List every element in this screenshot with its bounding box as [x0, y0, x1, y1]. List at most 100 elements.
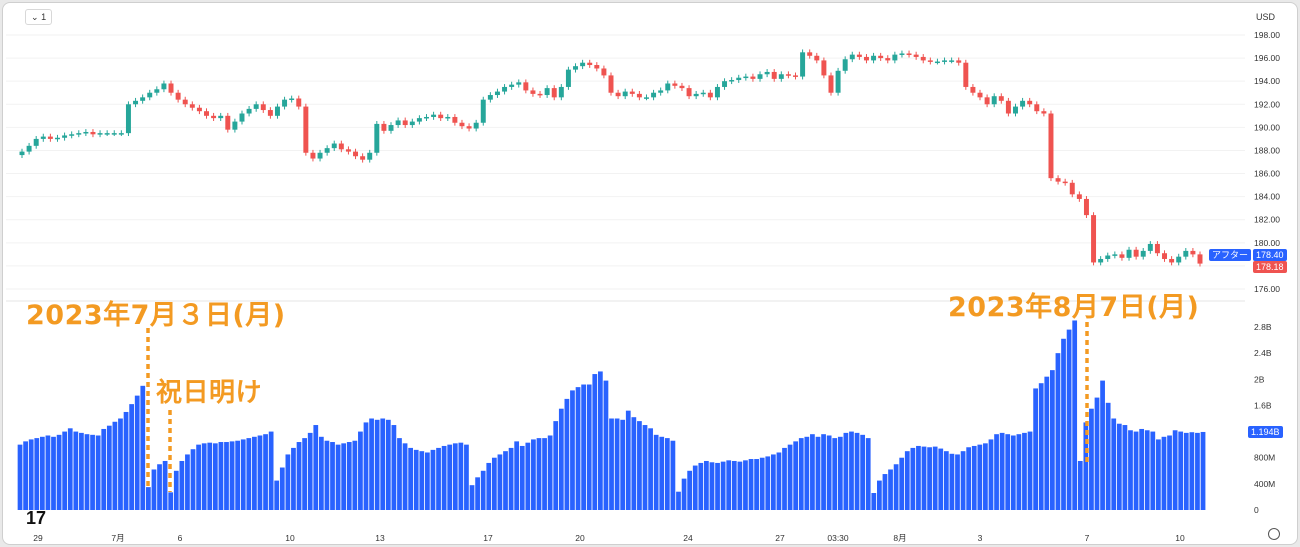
candle-body [395, 120, 401, 126]
volume-bar [1038, 383, 1044, 510]
volume-bar [793, 441, 799, 510]
volume-bar [787, 444, 793, 510]
candle-body [1083, 198, 1089, 216]
volume-bar [84, 434, 90, 510]
volume-bar [743, 460, 748, 510]
candle-body [736, 77, 742, 81]
volume-bar [363, 422, 369, 510]
volume-bar [497, 454, 503, 510]
volume-bar [770, 454, 776, 510]
volume-bar [536, 438, 542, 510]
candle-body [90, 131, 96, 135]
candle-body [480, 99, 486, 123]
candle-body [1034, 104, 1040, 112]
volume-bar [1033, 388, 1038, 510]
candle-body [565, 69, 571, 87]
volume-bar [927, 447, 932, 510]
volume-tick-label: 2B [1254, 374, 1265, 384]
last-price-badge: 178.18 [1253, 261, 1287, 273]
candle-body [835, 70, 841, 93]
volume-bar [1183, 432, 1189, 510]
gear-icon[interactable] [1268, 528, 1280, 540]
candle-body [516, 82, 522, 85]
volume-bar [759, 457, 765, 510]
volume-bar [765, 456, 771, 510]
price-volume-chart[interactable]: 198.00 196.00 194.00 192.00 190.00 188.00 186.… [0, 0, 1300, 547]
volume-bar [910, 447, 916, 510]
volume-bar [1027, 431, 1033, 510]
candle-body [282, 99, 288, 107]
volume-bar [1066, 329, 1072, 510]
volume-bar [525, 442, 531, 510]
volume-bar [1133, 431, 1139, 510]
candle-body [920, 56, 926, 61]
candle-body [1162, 253, 1168, 259]
candle-body [587, 62, 593, 66]
volume-bar [854, 432, 860, 510]
candle-body [842, 59, 848, 71]
volume-bar [185, 454, 190, 510]
volume-bar [240, 439, 246, 510]
volume-bar [146, 487, 151, 510]
volume-bar [106, 425, 112, 510]
volume-bar [698, 462, 704, 510]
candle-body [1048, 113, 1054, 179]
volume-bar [1122, 425, 1128, 510]
volume-bar [1116, 423, 1122, 510]
volume-bar [782, 447, 787, 510]
candle-body [665, 83, 671, 91]
time-tick-label: 20 [575, 533, 585, 543]
volume-bar [118, 418, 123, 510]
volume-bar [17, 444, 23, 510]
candle-body [722, 81, 728, 87]
volume-bar [62, 431, 68, 510]
volume-bar [246, 438, 252, 510]
candle-body [800, 52, 806, 77]
candle-body [324, 148, 330, 153]
candle-body [750, 76, 756, 79]
price-tick-label: 192.00 [1254, 99, 1280, 109]
time-tick-label: 6 [178, 533, 183, 543]
candle-body [104, 133, 110, 135]
volume-bar [45, 435, 51, 510]
volume-bar [849, 431, 854, 510]
volume-bar [609, 418, 614, 510]
candle-body [1197, 254, 1203, 264]
candle-body [636, 93, 642, 98]
candle-body [133, 100, 139, 105]
volume-bar [1139, 428, 1145, 510]
after-hours-label: アフター [1209, 249, 1252, 261]
volume-bar [653, 434, 659, 510]
volume-bar [681, 478, 687, 510]
volume-bar [274, 480, 280, 510]
candle-body [239, 113, 245, 122]
volume-bar [212, 443, 218, 510]
candle-body [154, 89, 160, 93]
volume-bar [224, 442, 229, 510]
volume-bar [34, 438, 40, 510]
candle-body [161, 83, 167, 90]
candle-body [998, 96, 1004, 101]
time-tick-label: 7 [1085, 533, 1090, 543]
candle-body [622, 91, 628, 97]
candle-body [778, 74, 784, 79]
volume-bar [893, 464, 899, 510]
tradingview-logo-icon[interactable]: 17 [26, 508, 46, 529]
volume-bar [464, 444, 469, 510]
price-tick-label: 186.00 [1254, 169, 1280, 179]
volume-bar [720, 461, 726, 510]
volume-bar [832, 438, 838, 510]
price-tick-label: 194.00 [1254, 76, 1280, 86]
candle-body [558, 86, 564, 98]
candle-body [1183, 250, 1189, 257]
candle-body [62, 135, 68, 138]
candle-body [970, 86, 976, 93]
volume-bar [921, 446, 927, 510]
volume-bar [988, 439, 994, 510]
volume-bar [452, 443, 458, 510]
annotation-right-date: 2023年8月7日(月) [948, 292, 1200, 323]
candle-body [26, 145, 32, 152]
volume-bar [877, 480, 882, 510]
candle-body [828, 75, 834, 93]
volume-bar [586, 384, 592, 510]
